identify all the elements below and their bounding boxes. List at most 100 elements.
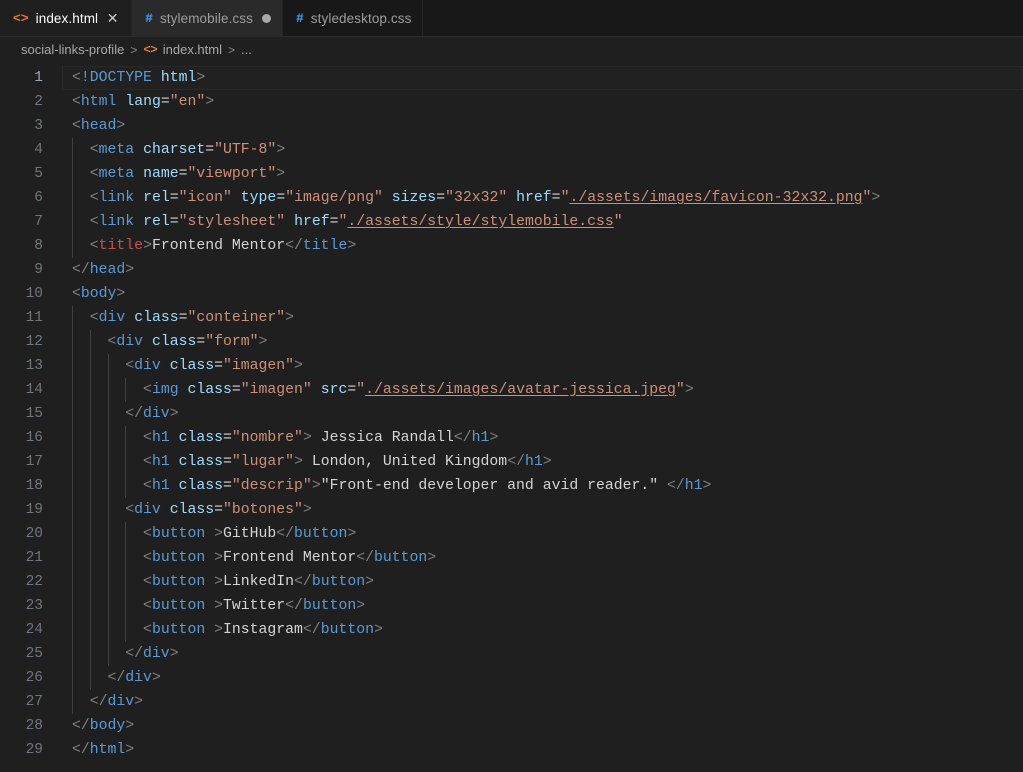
line-number: 7 <box>34 214 43 230</box>
css-file-icon: # <box>295 10 304 26</box>
code-line[interactable]: <button >Frontend Mentor</button> <box>62 546 1023 570</box>
editor-tab-bar: <> index.html ✕ # stylemobile.css # styledeskt… <box>0 0 1023 37</box>
code-token: > <box>365 574 374 590</box>
code-line[interactable]: <html lang="en"> <box>62 90 1023 114</box>
tab-styledesktop-css[interactable]: # styledesktop.css <box>282 0 424 36</box>
code-token: head <box>80 118 117 134</box>
code-token: > <box>294 358 303 374</box>
code-line[interactable]: <body> <box>62 282 1023 306</box>
code-line[interactable]: <h1 class="lugar"> London, United Kingdo… <box>62 450 1023 474</box>
code-token: img <box>151 382 179 398</box>
code-token: < <box>72 70 81 86</box>
code-token: button <box>311 574 366 590</box>
code-token: > <box>169 646 179 662</box>
code-token: class <box>151 334 197 350</box>
line-number: 2 <box>34 94 43 110</box>
code-token: rel <box>143 214 170 230</box>
code-line[interactable]: <div class="conteiner"> <box>62 306 1023 330</box>
code-token: < <box>72 118 81 134</box>
code-token: "stylesheet" <box>178 214 286 230</box>
line-number: 20 <box>25 526 43 542</box>
code-line[interactable]: <img class="imagen" src="./assets/images… <box>62 378 1023 402</box>
code-line[interactable]: <meta name="viewport"> <box>62 162 1023 186</box>
code-line[interactable]: <div class="imagen"> <box>62 354 1023 378</box>
code-line[interactable]: <h1 class="nombre"> Jessica Randall</h1> <box>62 426 1023 450</box>
code-content[interactable]: <!DOCTYPE html> <html lang="en"> <head> <m… <box>62 62 1023 772</box>
line-number: 25 <box>25 646 43 662</box>
code-token: > <box>143 238 152 254</box>
code-line[interactable]: <button >Twitter</button> <box>62 594 1023 618</box>
tab-index-html[interactable]: <> index.html ✕ <box>0 0 133 36</box>
code-token: Frontend Mentor <box>223 550 357 566</box>
code-line[interactable]: </div> <box>62 690 1023 714</box>
css-file-icon: # <box>145 10 153 26</box>
code-line[interactable]: <button >LinkedIn</button> <box>62 570 1023 594</box>
code-token: title <box>302 238 348 254</box>
code-token: = <box>347 382 357 398</box>
line-number: 17 <box>25 454 43 470</box>
code-line[interactable]: </body> <box>62 714 1023 738</box>
code-line[interactable]: <h1 class="descrip">"Front-end developer… <box>62 474 1023 498</box>
code-token: < <box>89 190 99 206</box>
code-line[interactable]: <div class="form"> <box>62 330 1023 354</box>
code-token: body <box>89 718 126 734</box>
code-token: > <box>294 454 303 470</box>
code-line[interactable]: <head> <box>62 114 1023 138</box>
code-token: < <box>143 478 152 494</box>
tab-bar-empty-space <box>423 0 1023 36</box>
code-token: < <box>125 502 135 518</box>
code-token: body <box>80 286 117 302</box>
code-line[interactable]: </div> <box>62 402 1023 426</box>
line-number: 6 <box>34 190 43 206</box>
breadcrumb-item-symbol[interactable]: ... <box>241 42 252 57</box>
code-token: > <box>702 478 712 494</box>
code-line[interactable]: <link rel="stylesheet" href="./assets/st… <box>62 210 1023 234</box>
code-token: </ <box>72 742 90 758</box>
code-line[interactable]: <button >GitHub</button> <box>62 522 1023 546</box>
close-icon[interactable]: ✕ <box>105 11 120 25</box>
line-number: 18 <box>25 478 43 494</box>
code-token: button <box>151 550 206 566</box>
code-editor[interactable]: 1 2 3 4 5 6 7 8 9 10 11 12 13 14 15 16 17 18 19 20 21 22 23 24 2… <box>0 62 1023 772</box>
line-number: 14 <box>25 382 43 398</box>
breadcrumb-item-folder[interactable]: social-links-profile <box>21 42 124 57</box>
code-line[interactable]: <link rel="icon" type="image/png" sizes=… <box>62 186 1023 210</box>
code-token: link <box>98 190 135 206</box>
code-token: > <box>684 382 694 398</box>
code-line[interactable]: <!DOCTYPE html> <box>62 66 1023 90</box>
code-token: class <box>169 502 215 518</box>
code-token: < <box>143 598 152 614</box>
code-line[interactable]: <meta charset="UTF-8"> <box>62 138 1023 162</box>
unsaved-changes-dot-icon[interactable] <box>261 13 271 23</box>
code-token: Frontend Mentor <box>151 238 286 254</box>
code-line[interactable]: <title>Frontend Mentor</title> <box>62 234 1023 258</box>
code-line[interactable]: </div> <box>62 666 1023 690</box>
code-token: ./assets/images/favicon-32x32.png <box>569 190 863 206</box>
breadcrumb-item-file[interactable]: index.html <box>163 42 222 57</box>
code-line[interactable]: <div class="botones"> <box>62 498 1023 522</box>
code-token: < <box>89 142 99 158</box>
code-token: > <box>125 262 135 278</box>
code-token: = <box>214 358 223 374</box>
tab-stylemobile-css[interactable]: # stylemobile.css <box>132 0 283 36</box>
code-line[interactable]: </html> <box>62 738 1023 762</box>
code-line[interactable]: <button >Instagram</button> <box>62 618 1023 642</box>
line-number: 22 <box>25 574 43 590</box>
line-number: 28 <box>25 718 43 734</box>
code-line[interactable]: </head> <box>62 258 1023 282</box>
code-token: </ <box>285 598 303 614</box>
code-token: > <box>356 598 366 614</box>
code-token: h1 <box>471 430 490 446</box>
code-token: class <box>134 310 179 326</box>
code-line[interactable]: </div> <box>62 642 1023 666</box>
code-token: </ <box>89 694 108 710</box>
